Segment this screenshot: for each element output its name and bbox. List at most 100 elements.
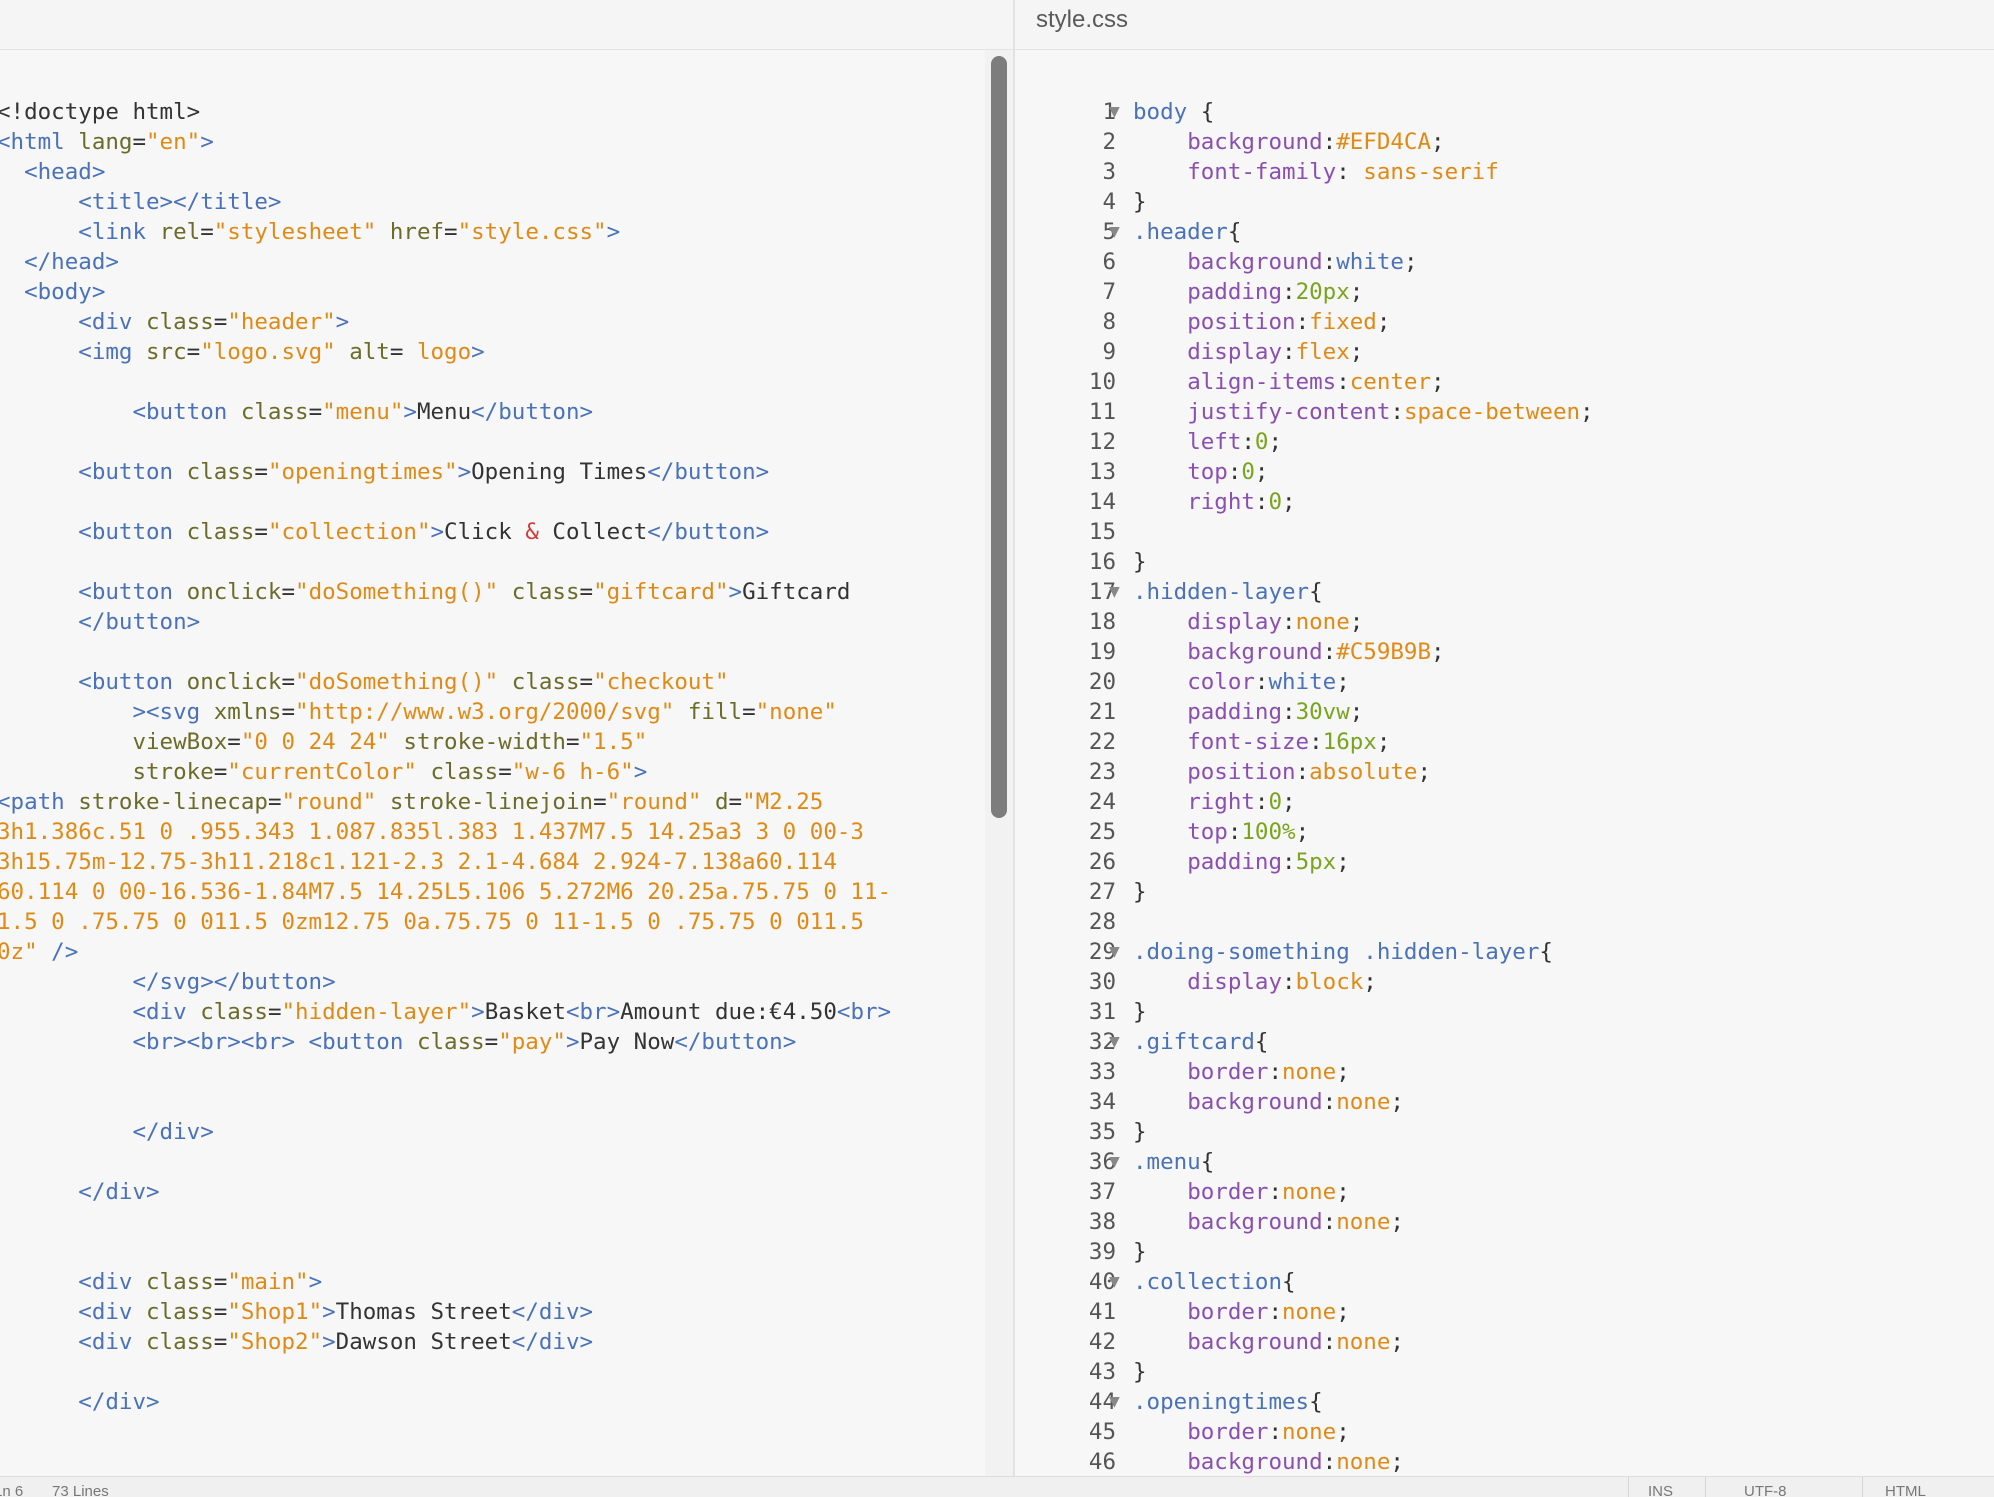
code-line[interactable]: 21 padding:30vw; [1015, 697, 1994, 727]
code-token: padding [1187, 699, 1283, 725]
fold-toggle-icon[interactable]: ▼ [1109, 937, 1120, 967]
code-line[interactable]: <body> [0, 277, 105, 307]
code-line[interactable]: </head> [0, 247, 119, 277]
code-line[interactable]: stroke="currentColor" class="w-6 h-6"> [0, 757, 647, 787]
code-line[interactable]: <div class="Shop1">Thomas Street</div> [0, 1297, 593, 1327]
code-line[interactable]: 12 left:0; [1015, 427, 1994, 457]
code-line[interactable]: 17 ▼ .hidden-layer{ [1015, 577, 1994, 607]
code-line[interactable]: 7 padding:20px; [1015, 277, 1994, 307]
code-line[interactable]: <div class="main"> [0, 1267, 322, 1297]
code-line[interactable]: 3h1.386c.51 0 .955.343 1.087.835l.383 1.… [0, 817, 864, 847]
code-line[interactable]: 26 padding:5px; [1015, 847, 1994, 877]
code-line[interactable]: 3h15.75m-12.75-3h11.218c1.121-2.3 2.1-4.… [0, 847, 837, 877]
code-line[interactable]: 18 display:none; [1015, 607, 1994, 637]
code-line[interactable]: viewBox="0 0 24 24" stroke-width="1.5" [0, 727, 647, 757]
code-line[interactable]: 44 ▼ .openingtimes{ [1015, 1387, 1994, 1417]
code-line[interactable]: 34 background:none; [1015, 1087, 1994, 1117]
css-editor-pane[interactable]: 1 ▼ body {2 background:#EFD4CA; 3 font-fami… [1015, 50, 1994, 1476]
code-line[interactable]: 39} [1015, 1237, 1994, 1267]
html-editor-pane[interactable]: <!doctype html> <html lang="en"> <head> <… [0, 50, 985, 1476]
code-line[interactable]: 31} [1015, 997, 1994, 1027]
code-line[interactable]: <div class="Shop2">Dawson Street</div> [0, 1327, 593, 1357]
code-line[interactable]: 11 justify-content:space-between; [1015, 397, 1994, 427]
status-divider [1628, 1477, 1629, 1497]
code-line[interactable]: 5 ▼ .header{ [1015, 217, 1994, 247]
code-line[interactable]: ><svg xmlns="http://www.w3.org/2000/svg"… [0, 697, 836, 727]
code-line[interactable]: <title></title> [0, 187, 281, 217]
code-line[interactable]: 24 right:0; [1015, 787, 1994, 817]
code-line[interactable]: 8 position:fixed; [1015, 307, 1994, 337]
fold-toggle-icon[interactable]: ▼ [1109, 217, 1120, 247]
code-line[interactable]: 23 position:absolute; [1015, 757, 1994, 787]
code-line[interactable]: 15 [1015, 517, 1994, 547]
code-line[interactable]: 9 display:flex; [1015, 337, 1994, 367]
code-line[interactable]: 3 font-family: sans-serif [1015, 157, 1994, 187]
fold-toggle-icon[interactable]: ▼ [1109, 577, 1120, 607]
code-line[interactable]: 28 [1015, 907, 1994, 937]
code-line[interactable]: 4} [1015, 187, 1994, 217]
code-line[interactable]: 6 background:white; [1015, 247, 1994, 277]
code-line[interactable]: </svg></button> [0, 967, 335, 997]
code-line[interactable]: 36 ▼ .menu{ [1015, 1147, 1994, 1177]
code-line[interactable]: 16} [1015, 547, 1994, 577]
code-line[interactable]: 33 border:none; [1015, 1057, 1994, 1087]
code-line[interactable]: 41 border:none; [1015, 1297, 1994, 1327]
code-line[interactable]: <link rel="stylesheet" href="style.css"> [0, 217, 620, 247]
code-line[interactable]: <img src="logo.svg" alt= logo> [0, 337, 484, 367]
code-line[interactable]: 40 ▼ .collection{ [1015, 1267, 1994, 1297]
code-line[interactable]: 19 background:#C59B9B; [1015, 637, 1994, 667]
code-token: 0 [1268, 489, 1283, 515]
code-line[interactable]: <button class="openingtimes">Opening Tim… [0, 457, 769, 487]
fold-toggle-icon[interactable]: ▼ [1109, 1027, 1120, 1057]
code-line[interactable]: <button class="collection">Click & Colle… [0, 517, 769, 547]
code-line[interactable]: 29 ▼ .doing-something .hidden-layer{ [1015, 937, 1994, 967]
code-line[interactable]: <button onclick="doSomething()" class="c… [0, 667, 728, 697]
code-line[interactable]: <html lang="en"> [0, 127, 214, 157]
code-line[interactable]: 27} [1015, 877, 1994, 907]
code-line[interactable]: </div> [0, 1117, 213, 1147]
code-line[interactable]: </button> [0, 607, 200, 637]
code-line[interactable]: 10 align-items:center; [1015, 367, 1994, 397]
code-line[interactable]: 37 border:none; [1015, 1177, 1994, 1207]
code-line[interactable]: 46 background:none; [1015, 1447, 1994, 1476]
fold-toggle-icon[interactable]: ▼ [1109, 97, 1120, 127]
code-line[interactable]: <!doctype html> [0, 97, 200, 127]
insert-mode[interactable]: INS [1648, 1483, 1673, 1497]
scrollbar-thumb[interactable] [991, 56, 1007, 818]
code-line[interactable]: 30 display:block; [1015, 967, 1994, 997]
code-line[interactable]: 1 ▼ body { [1015, 97, 1994, 127]
code-line[interactable]: </div> [0, 1177, 159, 1207]
code-line[interactable]: 1.5 0 .75.75 0 011.5 0zm12.75 0a.75.75 0… [0, 907, 864, 937]
code-line[interactable]: <button class="menu">Menu</button> [0, 397, 593, 427]
css-file-tab[interactable]: style.css [1036, 6, 1128, 34]
language-selector[interactable]: HTML [1885, 1483, 1926, 1497]
code-line[interactable]: 2 background:#EFD4CA; [1015, 127, 1994, 157]
fold-toggle-icon[interactable]: ▼ [1109, 1147, 1120, 1177]
line-number: 27 [1088, 879, 1116, 905]
code-line[interactable]: 38 background:none; [1015, 1207, 1994, 1237]
code-line[interactable]: 43} [1015, 1357, 1994, 1387]
code-line[interactable]: 60.114 0 00-16.536-1.84M7.5 14.25L5.106 … [0, 877, 891, 907]
code-line[interactable]: <br><br><br> <button class="pay">Pay Now… [0, 1027, 796, 1057]
code-line[interactable]: <div class="header"> [0, 307, 349, 337]
code-line[interactable]: 45 border:none; [1015, 1417, 1994, 1447]
code-line[interactable]: 32 ▼ .giftcard{ [1015, 1027, 1994, 1057]
fold-toggle-icon[interactable]: ▼ [1109, 1267, 1120, 1297]
code-line[interactable]: 20 color:white; [1015, 667, 1994, 697]
code-line[interactable]: 22 font-size:16px; [1015, 727, 1994, 757]
code-line[interactable]: 25 top:100%; [1015, 817, 1994, 847]
code-line[interactable]: 0z" /> [0, 937, 78, 967]
code-line[interactable]: 35} [1015, 1117, 1994, 1147]
code-token: { [1200, 1149, 1215, 1175]
code-line[interactable]: <path stroke-linecap="round" stroke-line… [0, 787, 823, 817]
code-line[interactable]: <button onclick="doSomething()" class="g… [0, 577, 850, 607]
code-line[interactable]: <div class="hidden-layer">Basket<br>Amou… [0, 997, 891, 1027]
code-line[interactable]: <head> [0, 157, 105, 187]
code-line[interactable]: 13 top:0; [1015, 457, 1994, 487]
code-line[interactable]: 42 background:none; [1015, 1327, 1994, 1357]
code-line[interactable]: </div> [0, 1387, 159, 1417]
encoding-selector[interactable]: UTF-8 [1744, 1483, 1787, 1497]
code-line[interactable]: 14 right:0; [1015, 487, 1994, 517]
fold-toggle-icon[interactable]: ▼ [1109, 1387, 1120, 1417]
